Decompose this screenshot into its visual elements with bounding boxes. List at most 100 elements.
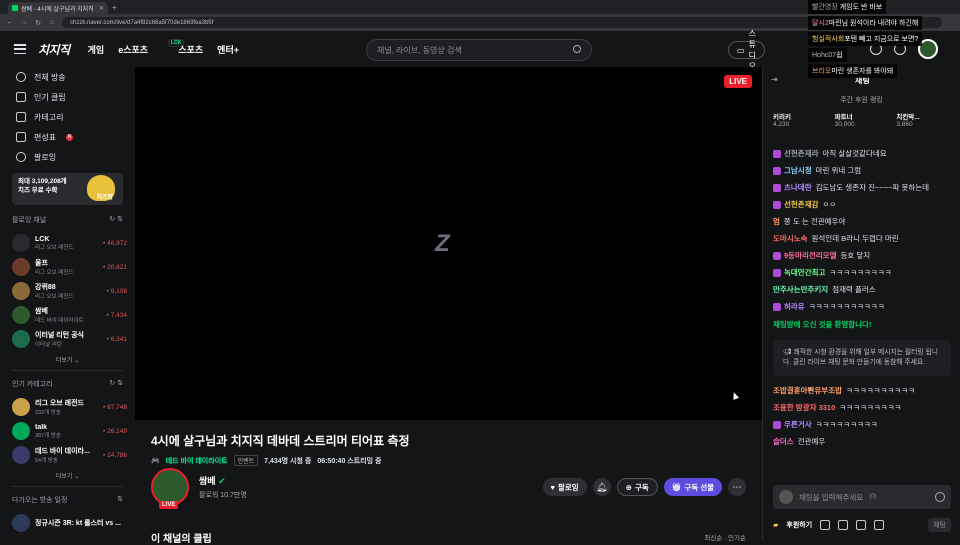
chat-nickname[interactable]: 엄: [773, 217, 780, 226]
chat-nickname[interactable]: 츠나데란: [784, 183, 812, 192]
ranking-item: 파트너 30,000: [835, 111, 889, 128]
ranking-value: 4,230: [773, 121, 790, 128]
sidebar-item-label: 전체 방송: [34, 72, 66, 82]
search-input[interactable]: 채널, 라이브, 동영상 검색: [366, 39, 592, 61]
stream-actions: ♥ 팔로잉 🔔︎ ⊕ 구독 🎁︎ 구독 선물 ⋯: [542, 478, 746, 496]
chat-nickname[interactable]: 허라유: [784, 302, 805, 311]
settings-icon[interactable]: [874, 520, 885, 530]
chat-nickname[interactable]: 만주사는만주키지: [773, 285, 828, 294]
video-donation-icon[interactable]: [838, 520, 849, 530]
sidebar-item-label: 인기 클립: [34, 92, 66, 102]
chat-nickname[interactable]: 녹대안간최고: [784, 268, 825, 277]
channel-item[interactable]: talk 387개 방송 • 26,149: [8, 419, 127, 443]
chat-nickname[interactable]: 그남시정: [784, 166, 812, 175]
subscribe-button[interactable]: ⊕ 구독: [616, 478, 658, 496]
sidebar-item[interactable]: 인기 클립: [8, 87, 127, 107]
close-icon[interactable]: ✕: [99, 5, 104, 12]
nav-entertainment[interactable]: 엔터+: [217, 43, 239, 56]
following-button[interactable]: ♥ 팔로잉: [542, 478, 587, 496]
chat-message: 9등마리전리모델 등호 닿지: [773, 251, 951, 261]
reload-icon[interactable]: ↻: [34, 19, 42, 27]
gift-subscription-button[interactable]: 🎁︎ 구독 선물: [663, 478, 722, 496]
sidebar-item[interactable]: 전체 방송: [8, 67, 127, 87]
chat-text: 원석인데 B라니 두렵다 마린: [811, 234, 899, 244]
more-following-button[interactable]: 더보기 ⌄: [8, 355, 127, 364]
more-options-icon[interactable]: ⋯: [728, 478, 746, 496]
channel-item[interactable]: 이터널 리턴 공식 이터널 리턴 • 6,341: [8, 327, 127, 351]
chat-nickname[interactable]: 조용한 방광자 3310: [773, 403, 835, 412]
forward-icon[interactable]: →: [20, 19, 28, 26]
refresh-icon[interactable]: ↻ ⇅: [109, 215, 123, 225]
channel-item[interactable]: 리그 오브 레전드 232개 방송 • 87,748: [8, 395, 127, 419]
sidebar-item[interactable]: 편성표 N: [8, 127, 127, 147]
channel-item[interactable]: 울프 리그 오브 레전드 • 20,621: [8, 255, 127, 279]
streamer-avatar[interactable]: LIVE: [151, 468, 189, 509]
channel-text: talk 387개 방송: [35, 424, 98, 439]
chat-nickname[interactable]: 9등마리전리모델: [784, 251, 836, 260]
chat-nickname[interactable]: 우른거사: [784, 420, 812, 429]
cheese-farm-banner[interactable]: 최대 3,109,208개 치즈 무료 수확 치즈팜: [12, 173, 123, 205]
channel-item[interactable]: 강퀴88 리그 오브 레전드 • 9,108: [8, 279, 127, 303]
nav-esports[interactable]: e스포츠LCK: [118, 38, 185, 56]
cheese-icon: ▰: [773, 522, 779, 529]
replay-icon[interactable]: [856, 520, 867, 530]
sidebar-item[interactable]: 카테고리: [8, 107, 127, 127]
overlay-text: 쉽: [836, 52, 843, 59]
send-chat-button[interactable]: 채팅: [928, 518, 951, 532]
channel-item[interactable]: 쌈베 데드 바이 데이라이트 • 7,434: [8, 303, 127, 327]
stream-category[interactable]: 데드 바이 데이라이트: [166, 456, 228, 466]
chevron-icon[interactable]: ⇅: [117, 495, 123, 505]
sidebar-item[interactable]: 팔로잉: [8, 147, 127, 167]
chzzk-logo[interactable]: 치지직: [38, 41, 70, 58]
video-player[interactable]: LIVE Z: [135, 67, 762, 420]
chat-nickname[interactable]: 슬더스: [773, 437, 794, 446]
search-placeholder: 채널, 라이브, 동영상 검색: [377, 45, 462, 55]
home-icon[interactable]: ⌂: [48, 19, 56, 26]
clips-sort[interactable]: 최신순 · 인기순: [704, 532, 746, 542]
menu-icon[interactable]: [14, 44, 26, 54]
more-popular-button[interactable]: 더보기 ⌄: [8, 471, 127, 480]
overlay-text: 마린님 원석이라 내려야 하긴해: [828, 20, 919, 27]
clips-section-title: 이 채널의 클립: [151, 534, 212, 545]
nav-game[interactable]: 게임: [88, 43, 105, 56]
collapse-chat-icon[interactable]: ⇥: [771, 75, 778, 84]
chat-text: ㅋㅋㅋㅋㅋㅋㅋㅋㅋㅋ: [846, 386, 915, 396]
scissors-icon: [16, 92, 26, 102]
camera-icon: ▭: [737, 45, 745, 55]
channel-item[interactable]: LCK 리그 오브 레전드 • 46,972: [8, 231, 127, 255]
bell-icon[interactable]: 🔔︎: [592, 478, 611, 496]
stream-title: 4시에 살구님과 치지직 데바데 스트리머 티어표 측정: [151, 434, 410, 448]
chat-input[interactable]: 채팅을 입력해주세요 (0): [773, 485, 951, 509]
uptime: 06:50:40 스트리밍 중: [317, 457, 382, 465]
chat-message: 그남시정 마린 위네 그럼: [773, 166, 951, 176]
emoji-icon[interactable]: [935, 492, 945, 502]
streamer-name[interactable]: 쌈베 ✔: [199, 474, 247, 487]
search-icon[interactable]: [573, 45, 581, 53]
gift-label: 구독 선물: [684, 482, 714, 492]
channel-category: 리그 오브 레전드: [35, 294, 74, 300]
channel-text: LCK 리그 오브 레전드: [35, 236, 98, 251]
chat-nickname[interactable]: 선헌존재라: [784, 149, 819, 158]
stream-tag[interactable]: 인벤트: [233, 455, 259, 466]
chat-nickname[interactable]: 조밥결훈아빤유부조밥: [773, 386, 842, 395]
chat-text: ㅋㅋㅋㅋㅋㅋㅋㅋㅋ: [829, 268, 892, 278]
ranking-item: 치킨막... 3,860: [896, 111, 950, 128]
channel-item[interactable]: 데드 바이 데이라... 54개 방송 • 24,786: [8, 443, 127, 467]
chat-nickname[interactable]: 선헌존재감: [784, 200, 819, 209]
ranking-title: 주간 후원 랭킹: [840, 97, 883, 104]
upcoming-item[interactable]: 정규시즌 3R: kt 롤스터 vs ...: [8, 511, 127, 535]
studio-button[interactable]: ▭ 스튜디오: [728, 29, 765, 71]
overlay-line: 브리오마린 생존자를 봐야돼: [808, 64, 898, 78]
chat-message: 만주사는만주키지 점재력 플러스: [773, 285, 951, 294]
chat-nickname[interactable]: 도마시노속: [773, 234, 808, 243]
donate-button[interactable]: 후원하기: [786, 520, 812, 530]
back-icon[interactable]: ←: [6, 19, 14, 26]
mission-icon[interactable]: [820, 520, 831, 530]
browser-tab[interactable]: 쌈베 - 4시에 살구님과 치지직 ✕: [8, 2, 108, 14]
chat-text: 김도남도 생존자 진~~~~파 못하는데: [815, 183, 930, 193]
nav-sports[interactable]: 스포츠: [178, 43, 203, 56]
refresh-icon[interactable]: ↻ ⇅: [109, 379, 123, 389]
divider: [12, 486, 123, 487]
new-tab-button[interactable]: +: [112, 3, 117, 12]
viewer-count: • 6,341: [106, 335, 127, 343]
